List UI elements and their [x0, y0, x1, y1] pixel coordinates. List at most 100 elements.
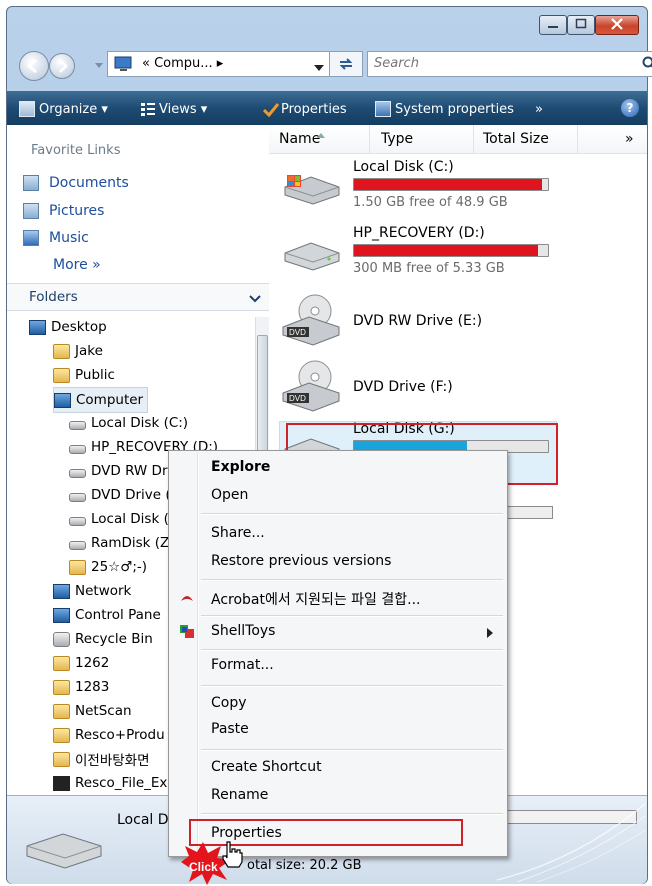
tree-item-label: Public — [75, 367, 115, 383]
search-box[interactable] — [367, 51, 652, 77]
shelltoys-icon — [179, 623, 195, 643]
tree-item-1262[interactable]: 1262 — [53, 651, 109, 675]
tree-item-recycle-bin[interactable]: Recycle Bin — [53, 627, 153, 651]
minimize-button[interactable] — [539, 15, 567, 35]
drive-row-e[interactable]: DVD DVD RW Drive (E:) — [281, 291, 641, 355]
address-bar[interactable]: « Compu... ▸ — [107, 51, 347, 77]
tree-item-desktop[interactable]: Desktop — [29, 315, 107, 339]
properties-toolbar-label: Properties — [281, 101, 347, 117]
search-icon[interactable] — [642, 56, 652, 76]
zip-icon — [53, 775, 70, 791]
menu-item-shelltoys[interactable]: ShellToys — [211, 623, 275, 639]
back-button[interactable] — [19, 51, 49, 81]
folder-icon — [53, 367, 70, 383]
menu-separator — [201, 749, 503, 751]
menu-item-create-shortcut[interactable]: Create Shortcut — [211, 759, 322, 775]
tree-item-control-panel[interactable]: Control Pane — [53, 603, 161, 627]
tree-item-label: Jake — [75, 343, 103, 359]
drive-row-f[interactable]: DVD DVD Drive (F:) — [281, 357, 641, 421]
hard-drive-icon — [69, 444, 86, 454]
favorite-link-music[interactable]: Music — [23, 227, 89, 249]
favorite-link-pictures[interactable]: Pictures — [23, 200, 104, 222]
menu-item-explore[interactable]: Explore — [211, 459, 270, 475]
views-icon — [141, 102, 155, 116]
properties-toolbar-button[interactable]: Properties — [262, 99, 347, 119]
favorites-more-link[interactable]: More » — [53, 257, 101, 273]
tree-item-old-desktop[interactable]: 이전바탕화면 — [53, 747, 150, 771]
refresh-button[interactable] — [329, 51, 363, 77]
hard-drive-icon — [69, 420, 86, 430]
views-label: Views ▾ — [159, 101, 208, 117]
menu-item-restore-previous-versions[interactable]: Restore previous versions — [211, 553, 391, 569]
desktop-icon — [29, 319, 46, 335]
column-overflow[interactable]: » — [625, 131, 634, 147]
menu-item-open[interactable]: Open — [211, 487, 248, 503]
drive-row-d[interactable]: HP_RECOVERY (D:) 300 MB free of 5.33 GB — [281, 225, 641, 289]
column-type[interactable]: Type — [381, 131, 413, 147]
tree-item-jake[interactable]: Jake — [53, 339, 103, 363]
tree-item-label: Control Pane — [75, 607, 161, 623]
views-button[interactable]: Views ▾ — [141, 99, 207, 119]
network-icon — [53, 583, 70, 599]
tree-item-1283[interactable]: 1283 — [53, 675, 109, 699]
favorite-link-documents[interactable]: Documents — [23, 172, 129, 194]
column-total-size[interactable]: Total Size — [483, 131, 549, 147]
tree-item-dvd-drive[interactable]: DVD Drive ( — [69, 483, 171, 507]
tree-item-public[interactable]: Public — [53, 363, 115, 387]
tree-item-label: 1262 — [75, 655, 110, 671]
tree-item-25[interactable]: 25☆♂;-) — [69, 555, 147, 579]
help-button[interactable]: ? — [621, 99, 639, 117]
tree-item-network[interactable]: Network — [53, 579, 131, 603]
toolbar-overflow-button[interactable]: » — [535, 99, 543, 119]
menu-separator — [201, 615, 503, 617]
help-icon: ? — [626, 101, 634, 115]
menu-item-copy[interactable]: Copy — [211, 695, 247, 711]
address-path: « Compu... ▸ — [142, 56, 224, 71]
menu-item-paste[interactable]: Paste — [211, 721, 249, 737]
hand-cursor-icon — [222, 841, 243, 868]
arrow-right-icon — [59, 59, 68, 73]
tree-item-ramdisk[interactable]: RamDisk (Z — [69, 531, 169, 555]
history-dropdown-icon[interactable] — [95, 59, 103, 74]
column-name[interactable]: Name — [279, 131, 320, 147]
tree-item-local-disk-c[interactable]: Local Disk (C:) — [69, 411, 188, 435]
favorite-link-label: Pictures — [49, 203, 105, 219]
menu-item-rename[interactable]: Rename — [211, 787, 268, 803]
tree-item-computer[interactable]: Computer — [53, 387, 149, 413]
usage-bar — [353, 244, 549, 257]
free-space: 1.50 GB free of 48.9 GB — [353, 195, 508, 210]
menu-item-share[interactable]: Share... — [211, 525, 265, 541]
tree-item-netscan[interactable]: NetScan — [53, 699, 132, 723]
menu-item-acrobat-combine[interactable]: Acrobat에서 지원되는 파일 결합... — [211, 589, 421, 609]
tree-item-resco-produ[interactable]: Resco+Produ — [53, 723, 165, 747]
address-dropdown-icon[interactable] — [314, 61, 324, 76]
close-button[interactable] — [595, 15, 639, 35]
drive-row-c[interactable]: Local Disk (C:) 1.50 GB free of 48.9 GB — [281, 159, 641, 223]
maximize-button[interactable] — [567, 15, 595, 35]
drive-name: Local Disk (C:) — [353, 159, 454, 175]
computer-icon — [54, 392, 71, 408]
windows-drive-icon — [284, 175, 340, 205]
submenu-arrow-icon — [487, 627, 493, 642]
folder-icon — [69, 559, 86, 575]
search-input[interactable] — [374, 56, 574, 71]
arrow-left-icon — [26, 58, 37, 74]
folder-icon — [53, 679, 70, 695]
folders-header-bar[interactable]: Folders — [7, 283, 269, 311]
tree-item-label: Computer — [76, 392, 144, 408]
system-properties-button[interactable]: System properties — [375, 99, 514, 119]
address-row: « Compu... ▸ — [7, 41, 652, 81]
column-divider — [577, 125, 578, 153]
forward-button[interactable] — [49, 53, 75, 79]
drive-name: DVD Drive (F:) — [353, 379, 453, 395]
column-divider — [369, 125, 370, 153]
menu-item-format[interactable]: Format... — [211, 657, 274, 673]
tree-item-resco-file-ex[interactable]: Resco_File_Ex — [53, 771, 167, 793]
favorite-link-label: Music — [49, 230, 89, 246]
menu-separator — [201, 649, 503, 651]
recycle-bin-icon — [53, 631, 70, 647]
hard-drive-icon — [69, 540, 86, 550]
organize-button[interactable]: Organize ▾ — [19, 99, 108, 119]
tree-item-local-disk-g[interactable]: Local Disk ( — [69, 507, 169, 531]
tree-item-dvd-rw[interactable]: DVD RW Dr — [69, 459, 168, 483]
